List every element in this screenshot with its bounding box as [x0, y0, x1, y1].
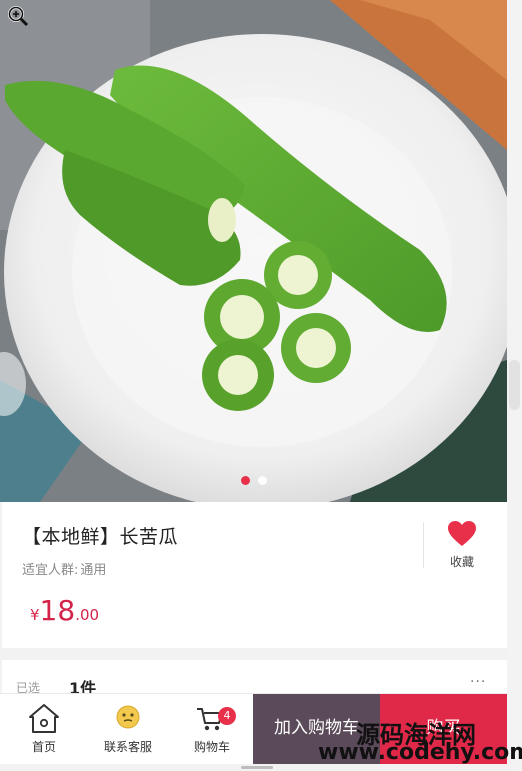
- product-photo: [0, 0, 507, 502]
- tab-customer-service-label: 联系客服: [103, 740, 152, 754]
- next-slide-handle[interactable]: [509, 360, 520, 410]
- suitable-crowd-label: 适宜人群:: [22, 563, 79, 578]
- tab-cart-label: 购物车: [193, 740, 230, 754]
- cart-count-badge: 4: [218, 707, 236, 725]
- favorite-label: 收藏: [449, 555, 474, 569]
- pagination-dot-active[interactable]: [240, 476, 250, 485]
- price-decimal: .00: [75, 606, 100, 624]
- side-scroll-strip: [507, 0, 522, 771]
- divider: [423, 522, 424, 568]
- product-price: ¥18.00: [30, 594, 99, 627]
- heart-icon: [448, 521, 476, 546]
- product-info-card: 【本地鲜】长苦瓜 适宜人群: 通用 ¥18.00 收藏: [2, 502, 507, 648]
- tab-customer-service[interactable]: 联系客服: [88, 694, 168, 764]
- more-options-icon[interactable]: ···: [470, 674, 486, 690]
- gallery-pagination: [0, 470, 507, 485]
- tab-home-label: 首页: [31, 740, 56, 754]
- home-icon: [27, 702, 61, 738]
- suitable-crowd: 适宜人群: 通用: [22, 559, 106, 578]
- price-integer: 18: [39, 594, 76, 627]
- watermark-url: www.codehy.com: [318, 740, 522, 765]
- suitable-crowd-value: 通用: [80, 563, 107, 578]
- home-indicator: [241, 766, 273, 769]
- zoom-icon[interactable]: [7, 5, 29, 27]
- chat-emoji-icon: [116, 705, 140, 733]
- product-image-gallery[interactable]: [0, 0, 507, 502]
- tab-home[interactable]: 首页: [4, 694, 84, 764]
- product-title: 【本地鲜】长苦瓜: [22, 526, 179, 548]
- pagination-dot[interactable]: [257, 476, 267, 485]
- price-currency: ¥: [30, 606, 40, 624]
- tab-cart[interactable]: 4 购物车: [172, 694, 252, 764]
- favorite-button[interactable]: 收藏: [442, 520, 482, 570]
